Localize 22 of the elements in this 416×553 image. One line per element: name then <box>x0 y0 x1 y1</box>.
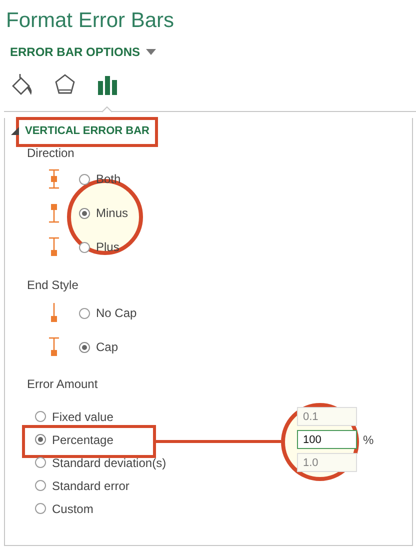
collapse-arrow-icon[interactable] <box>11 127 19 135</box>
radio-option[interactable]: No Cap <box>79 306 137 320</box>
radio-option[interactable]: Fixed value <box>35 410 297 424</box>
radio-option[interactable]: Custom <box>35 502 297 516</box>
radio-option[interactable]: Standard deviation(s) <box>35 456 297 470</box>
group-label: End Style <box>26 277 80 294</box>
radio-option[interactable]: Percentage <box>35 432 297 446</box>
pentagon-icon <box>55 74 75 94</box>
bar-chart-icon <box>98 76 117 95</box>
radio-option[interactable]: Plus <box>79 240 120 254</box>
unit-label: % <box>363 432 374 446</box>
group-label: Error Amount <box>26 376 99 393</box>
panel-title: Format Error Bars <box>6 8 176 34</box>
group-label: Direction <box>26 145 76 162</box>
caret-icon <box>146 48 156 56</box>
paint-bucket-icon <box>12 74 32 95</box>
section-heading: VERTICAL ERROR BAR <box>25 125 150 137</box>
radio-option[interactable]: Minus <box>79 206 128 220</box>
value-field[interactable]: 100 <box>297 430 357 449</box>
radio-option[interactable]: Cap <box>79 340 118 354</box>
options-dropdown[interactable]: ERROR BAR OPTIONS <box>10 42 156 62</box>
radio-option[interactable]: Standard error <box>35 478 297 492</box>
